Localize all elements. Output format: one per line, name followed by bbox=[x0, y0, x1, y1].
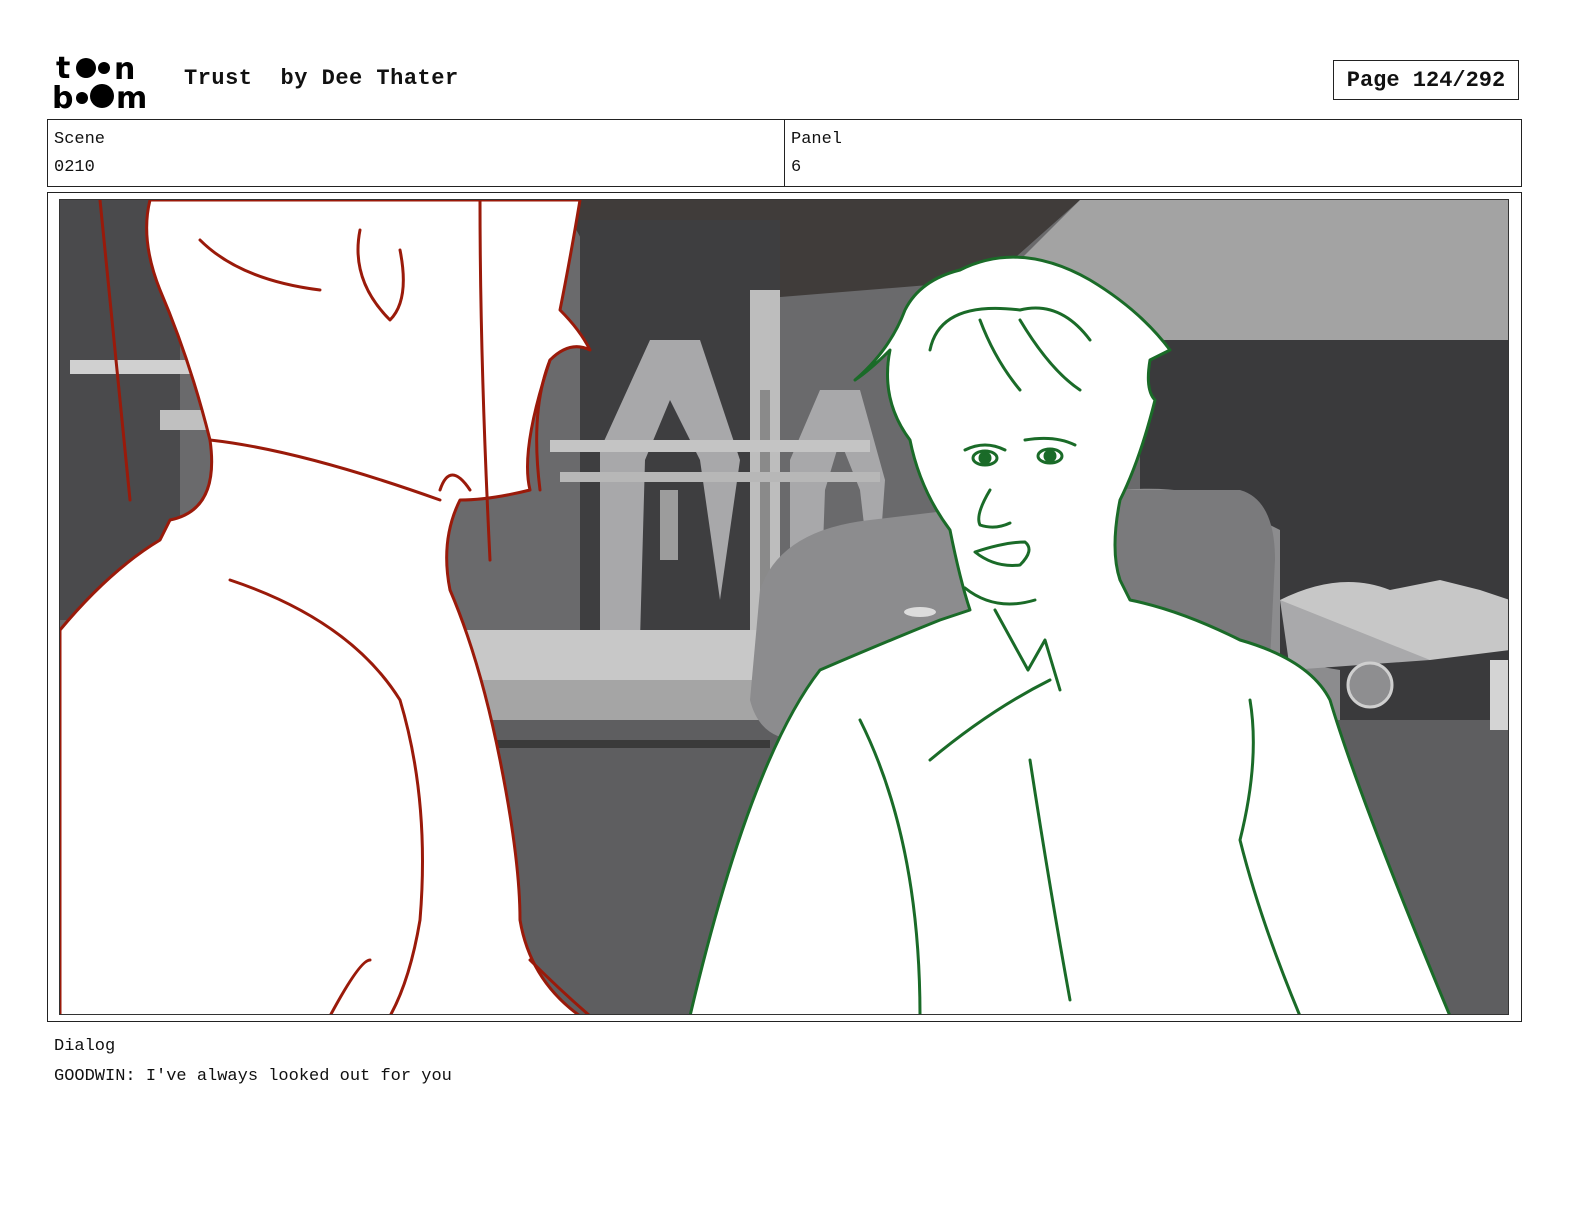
panel-label: Panel bbox=[791, 130, 843, 149]
scene-value: 0210 bbox=[54, 158, 95, 177]
project-title: Trust bbox=[184, 66, 253, 91]
panel-value: 6 bbox=[791, 158, 802, 177]
storyboard-title: Trust by Dee Thater bbox=[184, 66, 459, 91]
dialog-section: Dialog GOODWIN: I've always looked out f… bbox=[54, 1032, 452, 1092]
storyboard-panel-image bbox=[59, 199, 1509, 1015]
toon-boom-logo: t n b m bbox=[52, 51, 162, 116]
dialog-text: GOODWIN: I've always looked out for you bbox=[54, 1067, 452, 1086]
scene-panel-table: Scene 0210 Panel 6 bbox=[47, 119, 1522, 187]
dialog-label: Dialog bbox=[54, 1037, 116, 1056]
scene-cell: Scene 0210 bbox=[48, 120, 784, 186]
svg-text:m: m bbox=[116, 81, 147, 110]
author-credit: by Dee Thater bbox=[280, 66, 459, 91]
svg-text:b: b bbox=[52, 81, 73, 110]
page-indicator: Page 124/292 bbox=[1333, 60, 1519, 100]
panel-cell: Panel 6 bbox=[784, 120, 1521, 186]
scene-label: Scene bbox=[54, 130, 106, 149]
